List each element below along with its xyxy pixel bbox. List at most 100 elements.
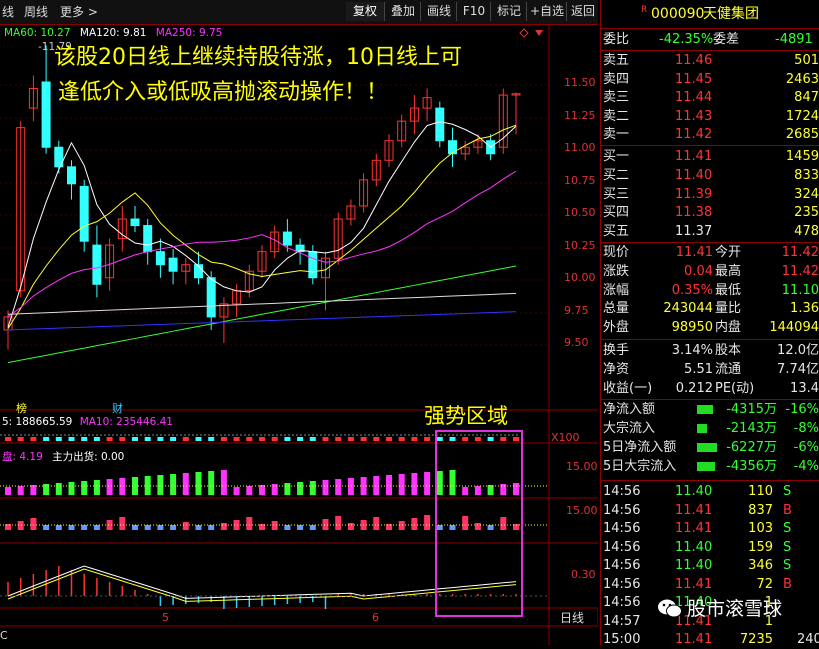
quote-value: 11.10 xyxy=(781,282,819,298)
order-ratio-label: 委比 xyxy=(603,32,630,47)
flow-percent: -16% xyxy=(785,402,819,417)
indicator-bar xyxy=(132,525,138,530)
tick-side: B xyxy=(783,502,792,518)
overlay-button[interactable]: 叠加 xyxy=(384,2,421,21)
indicator-bar xyxy=(68,525,75,530)
tick-volume: 110 xyxy=(748,484,773,499)
volume-bar xyxy=(43,437,50,441)
tick-row: 14:56 11.41 103 S xyxy=(601,520,819,538)
draw-line-button[interactable]: 画线 xyxy=(420,2,457,21)
period-partial-label[interactable]: 线 xyxy=(2,3,14,21)
rights-badge: R xyxy=(641,5,648,15)
ask-price: 11.45 xyxy=(675,71,713,87)
quote-value: 1.36 xyxy=(790,301,819,317)
volume-bar xyxy=(411,437,418,441)
bid-level-label: 买五 xyxy=(603,224,630,240)
indicator-bar xyxy=(309,525,316,530)
indicator-bar xyxy=(284,525,291,530)
volume-ma5-label: 5: 188665.59 xyxy=(2,416,73,428)
quote-key: 内盘 xyxy=(715,320,742,336)
volume-bar xyxy=(233,437,240,441)
volume-bar xyxy=(17,437,24,441)
fund-bar xyxy=(284,483,291,495)
fin-key: 收益(一) xyxy=(603,381,653,396)
volume-bar xyxy=(284,437,291,441)
ask-row: 卖五 11.46 501 xyxy=(601,52,819,70)
more-menu[interactable]: 更多 > xyxy=(60,3,98,21)
tick-price: 11.41 xyxy=(675,576,713,592)
candle-body xyxy=(168,257,178,272)
indicator-bar xyxy=(347,523,354,530)
strong-zone-box xyxy=(435,430,523,617)
tick-volume: 346 xyxy=(748,558,773,573)
indicator-bar xyxy=(424,515,431,530)
bid-price: 11.38 xyxy=(675,205,713,221)
volume-bar xyxy=(157,437,164,441)
price-tick: 9.50 xyxy=(564,336,589,349)
candle-body xyxy=(143,225,153,253)
quote-key: 外盘 xyxy=(603,320,630,336)
adjust-price-button[interactable]: 复权 xyxy=(346,2,384,21)
ask-level-label: 卖三 xyxy=(603,90,630,106)
tick-row: 14:56 11.40 159 S xyxy=(601,539,819,557)
fin-key: 净资 xyxy=(603,362,630,377)
fin-key: PE(动) xyxy=(715,381,755,396)
fund-bar xyxy=(5,487,11,495)
tick-volume: 159 xyxy=(748,539,773,555)
mark-button[interactable]: 标记 xyxy=(490,2,527,21)
kline-chart-area[interactable]: MA60: 10.27 MA120: 9.81 MA250: 9.75 -11.… xyxy=(0,25,598,645)
order-ratio-row: 委比 -42.35% 委差 -4891 xyxy=(601,31,819,49)
fund-bar xyxy=(220,470,227,495)
tick-row: 14:56 11.40 346 S xyxy=(601,557,819,575)
stock-code: 000090 xyxy=(651,6,705,22)
tick-volume: 837 xyxy=(748,502,773,518)
volume-bar xyxy=(271,437,278,441)
volume-bar xyxy=(386,437,392,441)
indicator-bar xyxy=(182,522,189,530)
quote-value: 11.41 xyxy=(675,245,713,260)
tick-extra-row: 240 xyxy=(601,631,819,649)
bid-price: 11.41 xyxy=(675,149,713,164)
chart-toolbar: 线 周线 更多 > 复权 叠加 画线 F10 标记 +自选 返回 xyxy=(0,0,598,25)
volume-bar xyxy=(132,437,138,441)
back-button[interactable]: 返回 xyxy=(566,2,599,21)
quote-key: 总量 xyxy=(603,301,630,317)
flow-bar xyxy=(697,405,713,414)
fin-key: 换手 xyxy=(603,343,630,358)
fin-value: 7.74亿 xyxy=(777,362,819,377)
candle-body xyxy=(282,231,292,246)
fund-bar xyxy=(17,486,24,495)
volume-tag-bang: 榜 xyxy=(16,402,27,415)
divider xyxy=(601,28,819,29)
fund-bar xyxy=(195,472,202,495)
ask-row: 卖一 11.42 2685 xyxy=(601,126,819,144)
indicator-bar xyxy=(119,517,126,530)
fund-bar xyxy=(411,473,418,495)
bid-row: 买四 11.38 235 xyxy=(601,204,819,222)
f10-button[interactable]: F10 xyxy=(456,2,491,21)
weekly-tab[interactable]: 周线 xyxy=(24,3,48,21)
ma250-label: MA250: 9.75 xyxy=(155,27,223,39)
fund-bar xyxy=(170,474,177,495)
tick-price: 11.41 xyxy=(675,502,713,518)
quote-row: 外盘 98950 内盘 144094 xyxy=(601,319,819,337)
ask-row: 卖二 11.43 1724 xyxy=(601,108,819,126)
ma60-label: MA60: 10.27 xyxy=(4,27,71,39)
fin-value: 5.51 xyxy=(684,362,713,377)
indicator-bar xyxy=(208,525,215,530)
volume-bar xyxy=(309,437,316,441)
price-tick: 10.25 xyxy=(564,239,596,252)
add-favorite-button[interactable]: +自选 xyxy=(526,2,567,21)
tick-side: S xyxy=(783,539,792,555)
flow-key: 大宗流入 xyxy=(603,421,656,436)
fund-bar xyxy=(55,483,62,495)
price-tick: 11.00 xyxy=(564,141,596,154)
candle-body xyxy=(41,81,51,148)
volume-bar xyxy=(195,437,202,441)
period-daily-tab[interactable]: 日线 xyxy=(560,609,584,626)
ask-volume: 847 xyxy=(794,90,819,106)
fund-bar xyxy=(81,481,88,495)
quote-row: 涨跌 0.04 最高 11.42 xyxy=(601,263,819,281)
quote-key: 现价 xyxy=(603,245,630,260)
volume-bar xyxy=(347,437,354,441)
